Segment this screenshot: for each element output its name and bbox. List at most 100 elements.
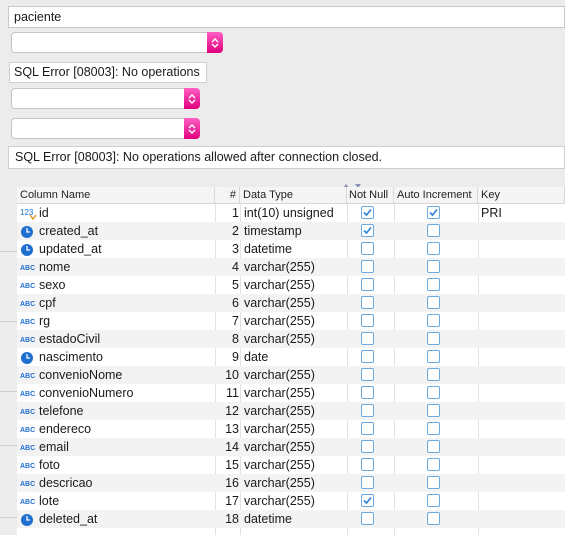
column-data-type[interactable]: varchar(255) <box>244 366 348 384</box>
column-key[interactable] <box>481 402 541 420</box>
table-row[interactable]: 123 id 1 int(10) unsigned PRI <box>17 204 565 222</box>
column-data-type[interactable]: varchar(255) <box>244 312 348 330</box>
column-name-cell[interactable]: created_at <box>20 222 215 240</box>
header-key[interactable]: Key <box>478 187 565 204</box>
column-data-type[interactable]: varchar(255) <box>244 438 348 456</box>
column-data-type[interactable]: varchar(255) <box>244 456 348 474</box>
table-row[interactable]: ABC email 14 varchar(255) <box>17 438 565 456</box>
column-name-cell[interactable]: ABC convenioNome <box>20 366 215 384</box>
column-key[interactable] <box>481 312 541 330</box>
not-null-checkbox[interactable] <box>361 278 374 291</box>
column-data-type[interactable]: date <box>244 348 348 366</box>
column-data-type[interactable]: varchar(255) <box>244 402 348 420</box>
column-key[interactable] <box>481 348 541 366</box>
table-row[interactable]: ABC foto 15 varchar(255) <box>17 456 565 474</box>
not-null-checkbox[interactable] <box>361 260 374 273</box>
column-key[interactable] <box>481 456 541 474</box>
table-row[interactable]: ABC estadoCivil 8 varchar(255) <box>17 330 565 348</box>
column-name-cell[interactable]: deleted_at <box>20 510 215 528</box>
column-name-cell[interactable]: ABC lote <box>20 492 215 510</box>
auto-increment-checkbox[interactable] <box>427 296 440 309</box>
columns-table[interactable]: Column Name # Data Type Not Null Auto In… <box>17 187 565 535</box>
stepper-arrows-icon[interactable] <box>207 32 223 53</box>
column-data-type[interactable]: varchar(255) <box>244 276 348 294</box>
combo-box-2[interactable] <box>11 88 200 109</box>
column-key[interactable] <box>481 222 541 240</box>
not-null-checkbox[interactable] <box>361 296 374 309</box>
auto-increment-checkbox[interactable] <box>427 368 440 381</box>
not-null-checkbox[interactable] <box>361 512 374 525</box>
auto-increment-checkbox[interactable] <box>427 440 440 453</box>
not-null-checkbox[interactable] <box>361 206 374 219</box>
table-name-field[interactable]: paciente <box>8 6 565 28</box>
not-null-checkbox[interactable] <box>361 350 374 363</box>
not-null-checkbox[interactable] <box>361 332 374 345</box>
column-data-type[interactable]: datetime <box>244 510 348 528</box>
column-key[interactable] <box>481 492 541 510</box>
table-row[interactable]: ABC endereco 13 varchar(255) <box>17 420 565 438</box>
header-column-name[interactable]: Column Name <box>17 187 215 204</box>
column-key[interactable] <box>481 294 541 312</box>
not-null-checkbox[interactable] <box>361 404 374 417</box>
table-row[interactable]: ABC cpf 6 varchar(255) <box>17 294 565 312</box>
auto-increment-checkbox[interactable] <box>427 512 440 525</box>
not-null-checkbox[interactable] <box>361 242 374 255</box>
auto-increment-checkbox[interactable] <box>427 422 440 435</box>
table-row[interactable]: updated_at 3 datetime <box>17 240 565 258</box>
column-name-cell[interactable]: ABC telefone <box>20 402 215 420</box>
auto-increment-checkbox[interactable] <box>427 494 440 507</box>
column-name-cell[interactable]: ABC rg <box>20 312 215 330</box>
table-row[interactable]: nascimento 9 date <box>17 348 565 366</box>
column-key[interactable] <box>481 240 541 258</box>
column-name-cell[interactable]: ABC nome <box>20 258 215 276</box>
column-name-cell[interactable]: ABC estadoCivil <box>20 330 215 348</box>
table-row[interactable]: ABC rg 7 varchar(255) <box>17 312 565 330</box>
not-null-checkbox[interactable] <box>361 476 374 489</box>
table-row[interactable]: ABC nome 4 varchar(255) <box>17 258 565 276</box>
table-row[interactable]: created_at 2 timestamp <box>17 222 565 240</box>
column-name-cell[interactable]: ABC endereco <box>20 420 215 438</box>
not-null-checkbox[interactable] <box>361 440 374 453</box>
table-row[interactable]: ABC sexo 5 varchar(255) <box>17 276 565 294</box>
column-key[interactable] <box>481 330 541 348</box>
not-null-checkbox[interactable] <box>361 368 374 381</box>
table-row[interactable]: ABC descricao 16 varchar(255) <box>17 474 565 492</box>
column-key[interactable] <box>481 276 541 294</box>
stepper-arrows-icon[interactable] <box>184 118 200 139</box>
column-data-type[interactable]: varchar(255) <box>244 384 348 402</box>
auto-increment-checkbox[interactable] <box>427 224 440 237</box>
column-name-cell[interactable]: updated_at <box>20 240 215 258</box>
auto-increment-checkbox[interactable] <box>427 476 440 489</box>
auto-increment-checkbox[interactable] <box>427 206 440 219</box>
column-data-type[interactable]: datetime <box>244 240 348 258</box>
column-name-cell[interactable]: ABC cpf <box>20 294 215 312</box>
column-name-cell[interactable]: 123 id <box>20 204 215 222</box>
column-name-cell[interactable]: nascimento <box>20 348 215 366</box>
column-key[interactable] <box>481 258 541 276</box>
not-null-checkbox[interactable] <box>361 314 374 327</box>
column-name-cell[interactable]: ABC sexo <box>20 276 215 294</box>
column-data-type[interactable]: varchar(255) <box>244 258 348 276</box>
column-key[interactable] <box>481 420 541 438</box>
stepper-arrows-icon[interactable] <box>184 88 200 109</box>
column-data-type[interactable]: varchar(255) <box>244 492 348 510</box>
column-name-cell[interactable]: ABC email <box>20 438 215 456</box>
auto-increment-checkbox[interactable] <box>427 458 440 471</box>
auto-increment-checkbox[interactable] <box>427 242 440 255</box>
table-row[interactable]: ABC telefone 12 varchar(255) <box>17 402 565 420</box>
column-data-type[interactable]: varchar(255) <box>244 420 348 438</box>
column-name-cell[interactable]: ABC convenioNumero <box>20 384 215 402</box>
not-null-checkbox[interactable] <box>361 386 374 399</box>
header-index[interactable]: # <box>215 187 240 204</box>
auto-increment-checkbox[interactable] <box>427 332 440 345</box>
table-row[interactable]: ABC lote 17 varchar(255) <box>17 492 565 510</box>
combo-box-1[interactable] <box>11 32 223 53</box>
table-row[interactable]: ABC convenioNome 10 varchar(255) <box>17 366 565 384</box>
not-null-checkbox[interactable] <box>361 422 374 435</box>
column-key[interactable] <box>481 384 541 402</box>
column-data-type[interactable]: varchar(255) <box>244 294 348 312</box>
auto-increment-checkbox[interactable] <box>427 278 440 291</box>
auto-increment-checkbox[interactable] <box>427 314 440 327</box>
column-data-type[interactable]: varchar(255) <box>244 330 348 348</box>
combo-box-3[interactable] <box>11 118 200 139</box>
